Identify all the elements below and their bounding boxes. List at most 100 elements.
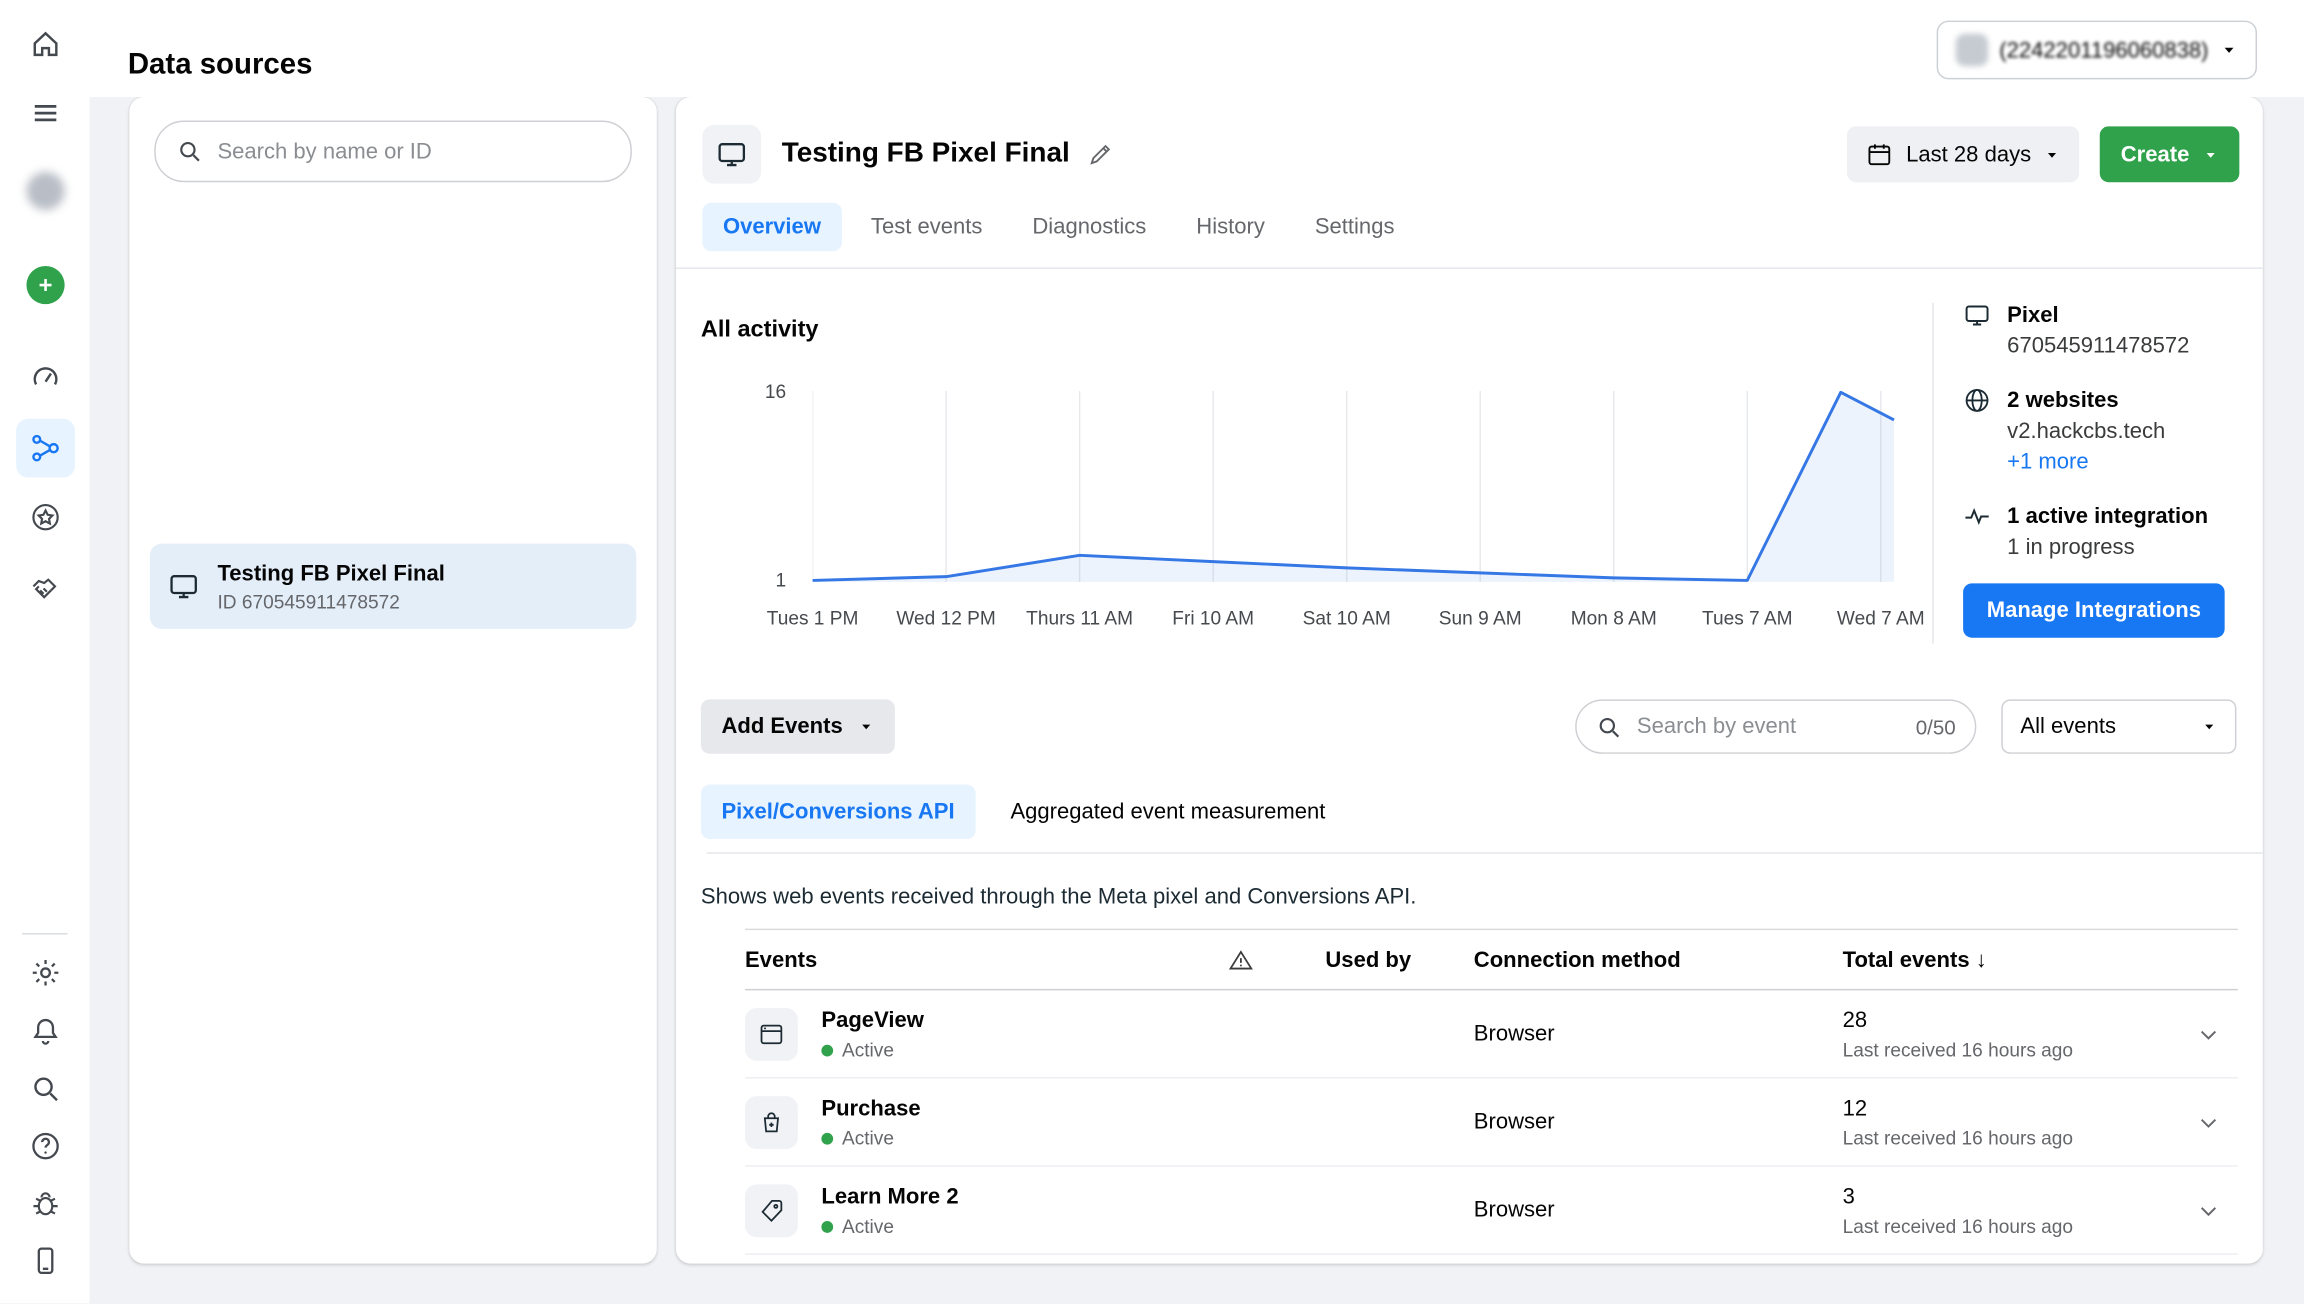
status-dot xyxy=(821,1044,833,1056)
y-axis-tick: 1 xyxy=(719,569,787,591)
pixel-monitor-icon xyxy=(168,570,200,602)
website-domain: v2.hackcbs.tech xyxy=(2007,416,2165,447)
tab-overview[interactable]: Overview xyxy=(702,203,841,251)
globe-icon xyxy=(1963,385,1992,478)
star-icon[interactable] xyxy=(15,488,74,547)
tab-test-events[interactable]: Test events xyxy=(850,203,1003,251)
total-events-value: 28 xyxy=(1843,1007,2179,1035)
create-plus-icon[interactable] xyxy=(15,256,74,315)
tag-icon xyxy=(758,1197,784,1223)
home-icon[interactable] xyxy=(15,15,74,74)
y-axis-tick: 16 xyxy=(719,381,787,403)
chevron-down-icon xyxy=(857,719,873,735)
search-icon xyxy=(176,138,202,164)
x-axis-tick: Mon 8 AM xyxy=(1548,607,1680,629)
header-total-events[interactable]: Total events ↓ xyxy=(1843,947,2179,972)
search-counter: 0/50 xyxy=(1916,715,1956,739)
event-name: Purchase xyxy=(821,1095,1228,1123)
events-table-body: PageView Active Browser 28 Last received… xyxy=(745,990,2238,1254)
integrations-info-row: 1 active integration 1 in progress xyxy=(1963,501,2245,563)
source-id: ID 670545911478572 xyxy=(217,588,444,613)
chevron-down-icon xyxy=(2203,146,2219,162)
event-search[interactable]: 0/50 xyxy=(1575,699,1976,753)
event-filter-dropdown[interactable]: All events xyxy=(2001,699,2236,753)
partnerships-handshake-icon[interactable] xyxy=(15,558,74,617)
chevron-down-icon[interactable] xyxy=(2179,1022,2238,1046)
settings-gear-icon[interactable] xyxy=(15,943,74,1002)
create-button[interactable]: Create xyxy=(2100,126,2239,182)
event-status: Active xyxy=(842,1215,894,1237)
help-icon[interactable] xyxy=(15,1117,74,1176)
source-search-input[interactable] xyxy=(215,137,610,165)
connection-method: Browser xyxy=(1474,1021,1843,1046)
menu-icon[interactable] xyxy=(15,84,74,143)
topbar: Data sources (2242201196060838) xyxy=(90,0,2304,97)
tab-diagnostics[interactable]: Diagnostics xyxy=(1012,203,1167,251)
notifications-bell-icon[interactable] xyxy=(15,1002,74,1061)
header-events: Events xyxy=(745,947,1228,972)
segment-divider xyxy=(707,852,2263,853)
edit-title-icon[interactable] xyxy=(1087,141,1113,167)
chevron-down-icon xyxy=(2201,719,2217,735)
event-name: Learn More 2 xyxy=(821,1183,1228,1211)
tab-settings[interactable]: Settings xyxy=(1294,203,1415,251)
chevron-down-icon[interactable] xyxy=(2179,1110,2238,1134)
tab-history[interactable]: History xyxy=(1176,203,1286,251)
browser-window-icon xyxy=(758,1020,784,1046)
pixel-info-panel: Pixel 670545911478572 2 websites v2.hack… xyxy=(1963,300,2245,638)
calendar-icon xyxy=(1866,141,1892,167)
manage-integrations-button[interactable]: Manage Integrations xyxy=(1963,583,2225,637)
websites-info-row: 2 websites v2.hackcbs.tech +1 more xyxy=(1963,385,2245,478)
activity-title: All activity xyxy=(701,317,819,343)
mobile-device-icon[interactable] xyxy=(15,1231,74,1290)
pixel-monitor-icon xyxy=(702,125,761,184)
sources-panel: Testing FB Pixel Final ID 67054591147857… xyxy=(129,97,657,1264)
main-tabs: OverviewTest eventsDiagnosticsHistorySet… xyxy=(702,203,1415,251)
pixel-info-row: Pixel 670545911478572 xyxy=(1963,300,2245,362)
x-axis-tick: Thurs 11 AM xyxy=(1014,607,1146,629)
overview-gauge-icon[interactable] xyxy=(15,348,74,407)
integrations-sub: 1 in progress xyxy=(2007,532,2208,563)
pixel-id: 670545911478572 xyxy=(2007,331,2189,362)
table-row: Learn More 2 Active Browser 3 Last recei… xyxy=(745,1167,2238,1255)
header-connection-method: Connection method xyxy=(1474,947,1843,972)
main-header: Testing FB Pixel Final Last 28 days Crea… xyxy=(702,125,2239,184)
last-received: Last received 16 hours ago xyxy=(1843,1039,2179,1061)
event-search-input[interactable] xyxy=(1634,713,1904,741)
event-name: PageView xyxy=(821,1007,1228,1035)
bug-report-icon[interactable] xyxy=(15,1174,74,1233)
chevron-down-icon[interactable] xyxy=(2179,1198,2238,1222)
status-dot xyxy=(821,1132,833,1144)
table-row: PageView Active Browser 28 Last received… xyxy=(745,990,2238,1078)
x-axis-tick: Sun 9 AM xyxy=(1414,607,1546,629)
x-axis-tick: Tues 1 PM xyxy=(746,607,878,629)
more-websites-link[interactable]: +1 more xyxy=(2007,447,2165,478)
event-filter-label: All events xyxy=(2020,714,2116,739)
add-events-button[interactable]: Add Events xyxy=(701,699,894,753)
chevron-down-icon xyxy=(2044,146,2060,162)
activity-line-chart xyxy=(813,391,1896,589)
tab-pixel-conversions-api[interactable]: Pixel/Conversions API xyxy=(701,785,975,839)
data-sources-icon[interactable] xyxy=(15,419,74,478)
last-received: Last received 16 hours ago xyxy=(1843,1127,2179,1149)
source-list-item[interactable]: Testing FB Pixel Final ID 67054591147857… xyxy=(150,544,636,629)
date-range-button[interactable]: Last 28 days xyxy=(1847,126,2079,182)
source-search[interactable] xyxy=(154,120,632,182)
total-events-value: 12 xyxy=(1843,1095,2179,1123)
event-status: Active xyxy=(842,1127,894,1149)
search-icon xyxy=(1596,713,1622,739)
search-icon[interactable] xyxy=(15,1059,74,1118)
x-axis-tick: Wed 7 AM xyxy=(1815,607,1947,629)
left-rail xyxy=(0,0,90,1303)
total-events-value: 3 xyxy=(1843,1183,2179,1211)
activity-pulse-icon xyxy=(1963,501,1992,563)
source-name: Testing FB Pixel Final xyxy=(217,559,444,588)
account-avatar[interactable] xyxy=(15,162,74,221)
account-label: (2242201196060838) xyxy=(1999,37,2208,62)
x-axis-tick: Fri 10 AM xyxy=(1147,607,1279,629)
status-dot xyxy=(821,1220,833,1232)
account-selector[interactable]: (2242201196060838) xyxy=(1936,21,2257,80)
tab-aggregated-event-measurement[interactable]: Aggregated event measurement xyxy=(993,785,1343,839)
pixel-label: Pixel xyxy=(2007,300,2189,331)
events-table: Events Used by Connection method Total e… xyxy=(745,929,2238,1255)
